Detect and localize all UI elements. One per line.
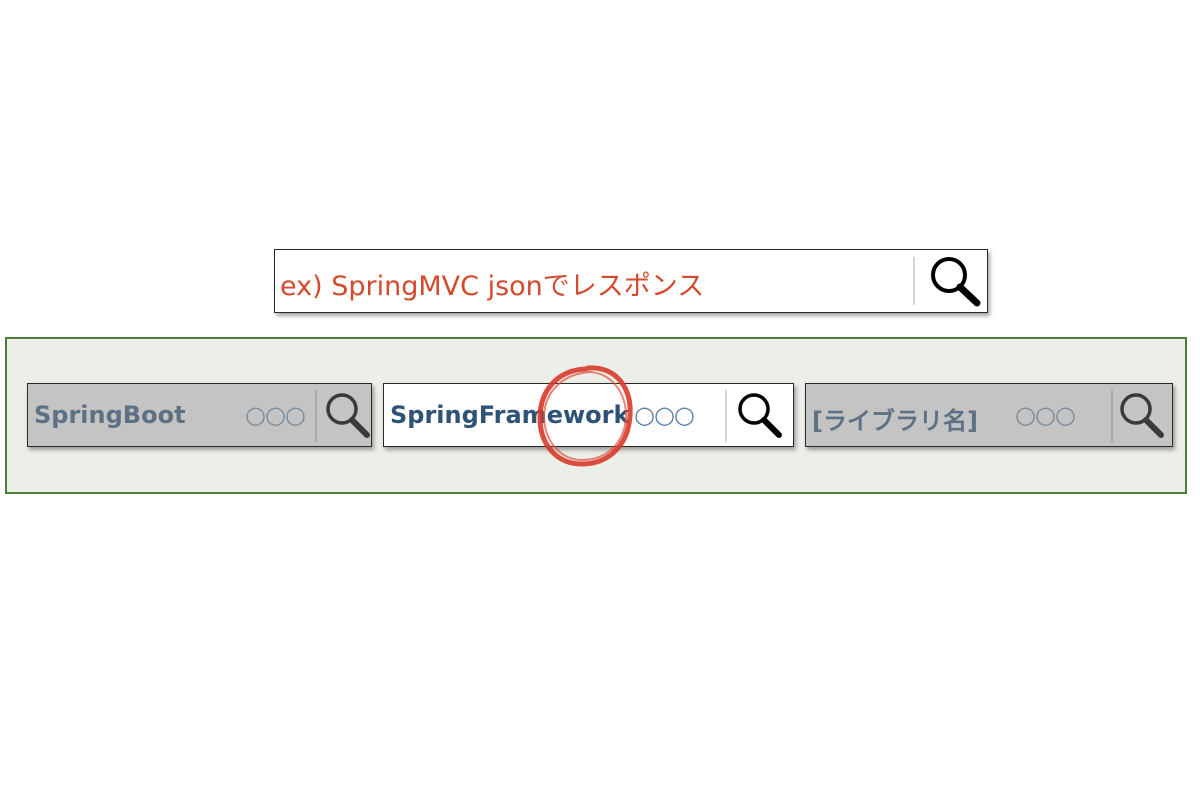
main-search-bar[interactable]: ex) SpringMVC jsonでレスポンス — [274, 249, 988, 313]
library-search-springframework[interactable]: SpringFramework ○○○ — [383, 383, 794, 447]
library-term: SpringFramework — [390, 401, 630, 429]
search-icon[interactable] — [1115, 388, 1169, 442]
stage: ex) SpringMVC jsonでレスポンス SpringBoot ○○○ … — [0, 0, 1200, 800]
query-placeholder: ○○○ — [1015, 401, 1076, 429]
library-term: [ライブラリ名] — [812, 407, 978, 435]
search-divider — [725, 390, 727, 442]
library-term: SpringBoot — [34, 401, 186, 429]
main-search-divider — [913, 257, 915, 305]
library-search-springboot[interactable]: SpringBoot ○○○ — [27, 383, 372, 447]
search-divider — [315, 390, 317, 442]
search-icon[interactable] — [925, 253, 985, 309]
query-placeholder: ○○○ — [245, 401, 306, 429]
search-icon[interactable] — [321, 388, 375, 442]
query-placeholder: ○○○ — [634, 401, 695, 429]
library-search-library-name[interactable]: [ライブラリ名] ○○○ — [805, 383, 1173, 447]
search-divider — [1111, 390, 1113, 442]
main-search-query[interactable]: ex) SpringMVC jsonでレスポンス — [280, 264, 704, 303]
search-icon[interactable] — [733, 388, 787, 442]
